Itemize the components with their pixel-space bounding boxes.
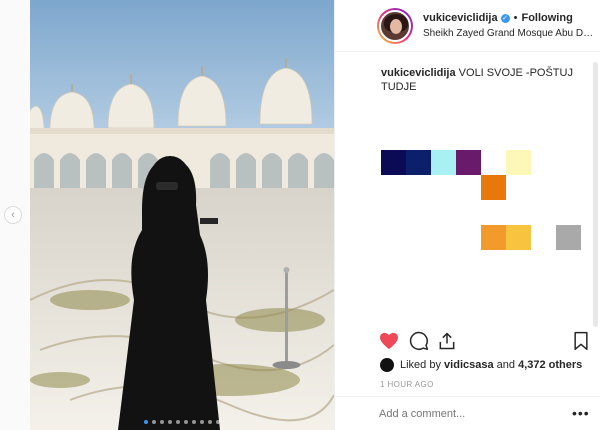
following-button[interactable]: Following <box>521 12 572 24</box>
likes-count-link[interactable]: 4,372 others <box>518 359 582 371</box>
carousel-dot <box>200 420 204 424</box>
carousel-dot <box>144 420 148 424</box>
likes-summary: Liked by vidicsasa and 4,372 others <box>380 358 582 372</box>
bookmark-icon <box>574 331 588 351</box>
more-options-button[interactable]: ••• <box>572 405 590 421</box>
like-button[interactable] <box>378 330 400 352</box>
comment-form: ••• <box>334 396 600 430</box>
carousel-dot <box>216 420 220 424</box>
emoji-square <box>506 150 531 175</box>
post-photo[interactable] <box>30 0 334 430</box>
carousel-dot <box>208 420 212 424</box>
separator-dot: • <box>513 12 518 24</box>
avatar-face <box>390 19 402 34</box>
carousel-dot <box>176 420 180 424</box>
mosque-photo-illustration <box>30 0 334 430</box>
liker-username[interactable]: vidicsasa <box>444 359 494 371</box>
caption-username[interactable]: vukiceviclidija <box>381 67 456 79</box>
liker-avatar[interactable] <box>380 358 394 372</box>
carousel-dots <box>30 420 334 424</box>
emoji-square <box>481 175 506 200</box>
carousel-dot <box>168 420 172 424</box>
share-button[interactable] <box>436 330 458 352</box>
post-caption: vukiceviclidija VOLI SVOJE -POŠTUJ TUDJE <box>381 66 593 94</box>
heart-icon <box>380 332 398 350</box>
carousel-dot <box>160 420 164 424</box>
liked-by-conj: and <box>496 359 516 371</box>
emoji-square <box>481 225 506 250</box>
emoji-square <box>381 150 406 175</box>
emoji-square <box>456 150 481 175</box>
chevron-left-icon: ‹ <box>11 209 15 221</box>
save-button[interactable] <box>570 330 592 352</box>
comment-input[interactable] <box>379 408 559 420</box>
emoji-square <box>506 225 531 250</box>
post-actions <box>334 330 600 354</box>
post-timestamp[interactable]: 1 HOUR AGO <box>380 380 434 389</box>
post-header: vukiceviclidija ✓ • Following Sheikh Zay… <box>335 0 600 52</box>
comment-button[interactable] <box>408 330 430 352</box>
profile-avatar[interactable] <box>377 8 413 44</box>
avatar-image <box>379 10 411 42</box>
previous-photo-button[interactable]: ‹ <box>4 206 22 224</box>
emoji-square <box>431 150 456 175</box>
carousel-dot <box>152 420 156 424</box>
scrollbar[interactable] <box>593 62 598 327</box>
verified-icon: ✓ <box>500 13 510 23</box>
location-link[interactable]: Sheikh Zayed Grand Mosque Abu Dhabi, U..… <box>423 28 597 39</box>
emoji-square <box>406 150 431 175</box>
carousel-dot <box>184 420 188 424</box>
emoji-square <box>556 225 581 250</box>
comment-icon <box>409 331 429 351</box>
liked-by-prefix: Liked by <box>400 359 441 371</box>
username-row: vukiceviclidija ✓ • Following <box>423 12 573 24</box>
username-link[interactable]: vukiceviclidija <box>423 12 498 24</box>
carousel-dot <box>192 420 196 424</box>
share-icon <box>439 332 455 350</box>
